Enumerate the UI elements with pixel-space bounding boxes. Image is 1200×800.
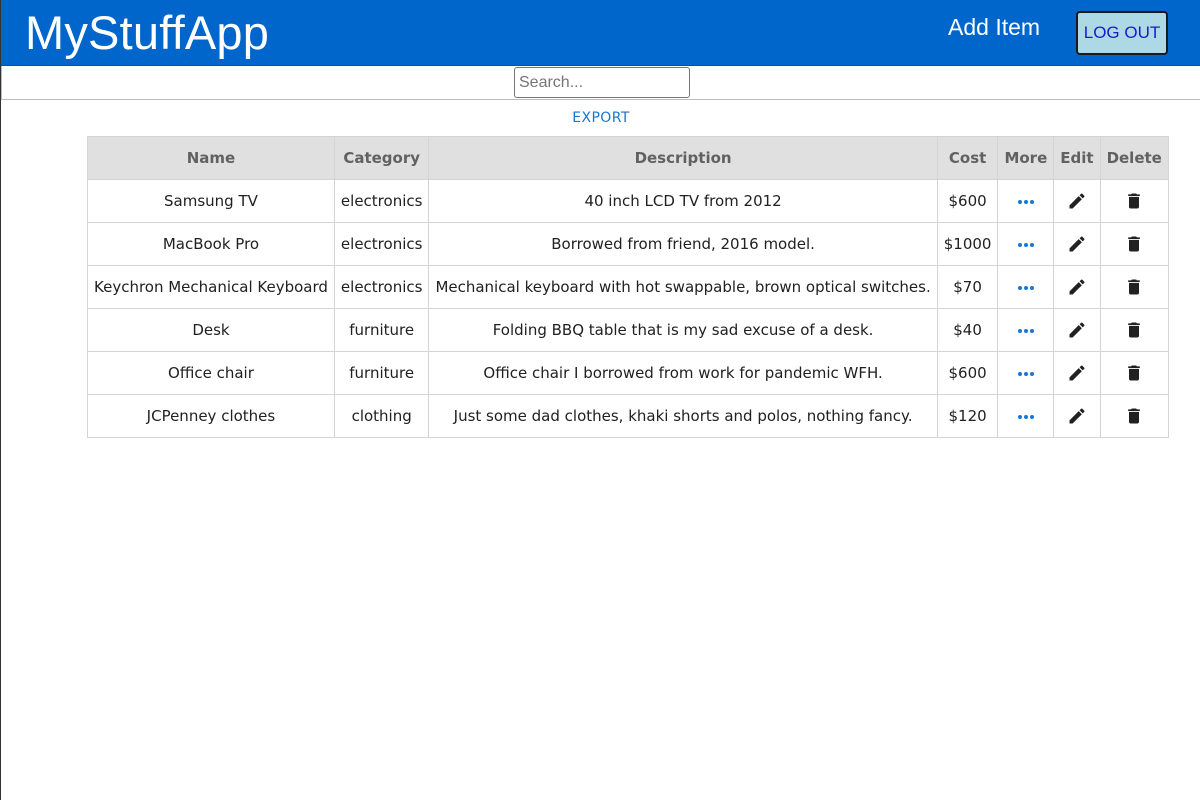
trash-icon[interactable] (1124, 321, 1144, 339)
trash-icon[interactable] (1124, 407, 1144, 425)
more-horizontal-icon[interactable] (1017, 192, 1035, 210)
table-row: Keychron Mechanical Keyboard electronics M… (87, 265, 1169, 309)
cell-category: clothing (333, 394, 430, 438)
cell-name: Keychron Mechanical Keyboard (87, 265, 335, 309)
cell-name: JCPenney clothes (87, 394, 335, 438)
edit-cell[interactable] (1053, 222, 1101, 266)
more-cell[interactable] (997, 179, 1055, 223)
more-horizontal-icon[interactable] (1017, 407, 1035, 425)
trash-icon[interactable] (1124, 364, 1144, 382)
more-cell[interactable] (997, 308, 1055, 352)
column-header-cost[interactable]: Cost (936, 136, 999, 180)
more-cell[interactable] (997, 222, 1055, 266)
trash-icon[interactable] (1124, 235, 1144, 253)
delete-cell[interactable] (1099, 179, 1169, 223)
cell-description: Office chair I borrowed from work for pa… (428, 351, 938, 395)
app-brand[interactable]: MyStuffApp (25, 5, 269, 61)
column-header-delete: Delete (1099, 136, 1169, 180)
export-button[interactable]: EXPORT (1, 109, 1200, 127)
cell-category: furniture (333, 351, 430, 395)
more-cell[interactable] (997, 265, 1055, 309)
edit-cell[interactable] (1053, 179, 1101, 223)
cell-cost: $600 (936, 179, 999, 223)
cell-description: Just some dad clothes, khaki shorts and … (428, 394, 938, 438)
cell-name: MacBook Pro (87, 222, 335, 266)
column-header-more: More (997, 136, 1055, 180)
cell-cost: $120 (936, 394, 999, 438)
cell-name: Desk (87, 308, 335, 352)
delete-cell[interactable] (1099, 265, 1169, 309)
cell-category: electronics (333, 265, 430, 309)
cell-description: 40 inch LCD TV from 2012 (428, 179, 938, 223)
trash-icon[interactable] (1124, 278, 1144, 296)
logout-button[interactable]: LOG OUT (1076, 11, 1168, 55)
table-row: Desk furniture Folding BBQ table that is m… (87, 308, 1169, 352)
table-row: Samsung TV electronics 40 inch LCD TV from… (87, 179, 1169, 223)
delete-cell[interactable] (1099, 351, 1169, 395)
table-body: Samsung TV electronics 40 inch LCD TV from… (87, 179, 1169, 438)
items-table: Name Category Description Cost More Edit… (87, 136, 1169, 438)
more-cell[interactable] (997, 351, 1055, 395)
column-header-description[interactable]: Description (428, 136, 938, 180)
more-horizontal-icon[interactable] (1017, 235, 1035, 253)
pencil-icon[interactable] (1067, 407, 1087, 425)
more-horizontal-icon[interactable] (1017, 278, 1035, 296)
cell-cost: $1000 (936, 222, 999, 266)
table-row: Office chair furniture Office chair I borr… (87, 351, 1169, 395)
search-input[interactable] (514, 67, 690, 98)
cell-description: Folding BBQ table that is my sad excuse … (428, 308, 938, 352)
table-row: JCPenney clothes clothing Just some dad cl… (87, 394, 1169, 438)
pencil-icon[interactable] (1067, 235, 1087, 253)
trash-icon[interactable] (1124, 192, 1144, 210)
more-horizontal-icon[interactable] (1017, 364, 1035, 382)
delete-cell[interactable] (1099, 308, 1169, 352)
add-item-link[interactable]: Add Item (948, 12, 1040, 42)
cell-category: electronics (333, 222, 430, 266)
edit-cell[interactable] (1053, 351, 1101, 395)
cell-name: Samsung TV (87, 179, 335, 223)
delete-cell[interactable] (1099, 394, 1169, 438)
cell-description: Borrowed from friend, 2016 model. (428, 222, 938, 266)
cell-cost: $70 (936, 265, 999, 309)
edit-cell[interactable] (1053, 394, 1101, 438)
top-navbar: MyStuffApp Add Item LOG OUT (1, 0, 1200, 66)
table-header-row: Name Category Description Cost More Edit… (87, 136, 1169, 180)
app-page: MyStuffApp Add Item LOG OUT EXPORT Name … (0, 0, 1200, 800)
table-row: MacBook Pro electronics Borrowed from frie… (87, 222, 1169, 266)
cell-cost: $40 (936, 308, 999, 352)
cell-description: Mechanical keyboard with hot swappable, … (428, 265, 938, 309)
pencil-icon[interactable] (1067, 192, 1087, 210)
more-horizontal-icon[interactable] (1017, 321, 1035, 339)
edit-cell[interactable] (1053, 308, 1101, 352)
delete-cell[interactable] (1099, 222, 1169, 266)
cell-category: electronics (333, 179, 430, 223)
cell-category: furniture (333, 308, 430, 352)
column-header-name[interactable]: Name (87, 136, 335, 180)
pencil-icon[interactable] (1067, 364, 1087, 382)
cell-cost: $600 (936, 351, 999, 395)
pencil-icon[interactable] (1067, 278, 1087, 296)
column-header-category[interactable]: Category (333, 136, 430, 180)
edit-cell[interactable] (1053, 265, 1101, 309)
more-cell[interactable] (997, 394, 1055, 438)
pencil-icon[interactable] (1067, 321, 1087, 339)
cell-name: Office chair (87, 351, 335, 395)
column-header-edit: Edit (1053, 136, 1101, 180)
search-bar (1, 66, 1200, 100)
